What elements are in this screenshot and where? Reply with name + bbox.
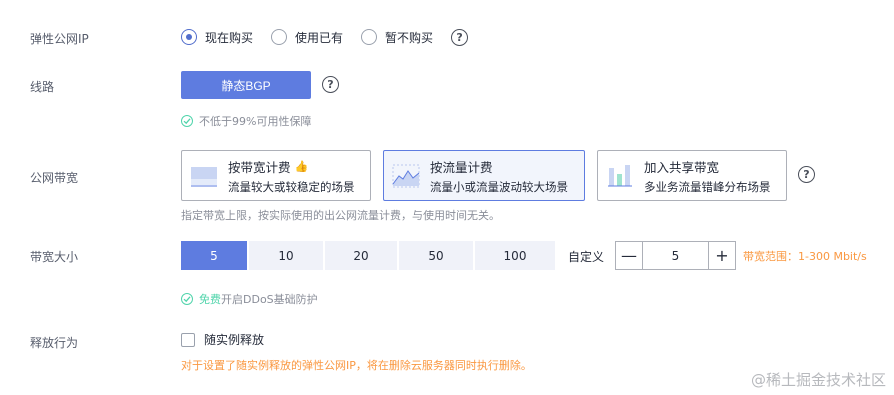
card-title: 按流量计费 <box>430 159 493 175</box>
bandwidth-label: 公网带宽 <box>30 171 79 185</box>
card-bandwidth-billing[interactable]: 按带宽计费 👍 流量较大或较稳定的场景 <box>181 150 371 201</box>
eip-label: 弹性公网IP <box>30 32 89 46</box>
radio-label: 暂不购买 <box>385 30 434 45</box>
static-bgp-button[interactable]: 静态BGP <box>181 71 311 99</box>
radio-label: 现在购买 <box>205 30 254 45</box>
size-option-10[interactable]: 10 <box>249 241 323 270</box>
card-title: 按带宽计费 <box>228 159 291 175</box>
help-icon[interactable]: ? <box>451 28 469 46</box>
help-icon[interactable]: ? <box>322 76 339 93</box>
check-circle-icon <box>181 115 193 127</box>
thumbs-up-icon: 👍 <box>294 159 309 173</box>
check-circle-icon <box>181 293 193 305</box>
ddos-text: 开启DDoS基础防护 <box>221 293 318 306</box>
card-subtitle: 流量小或流量波动较大场景 <box>430 179 568 194</box>
radio-unchecked-icon <box>271 29 288 45</box>
radio-label: 使用已有 <box>295 30 344 45</box>
card-title: 加入共享带宽 <box>644 159 720 175</box>
bandwidth-input[interactable]: 5 <box>643 242 708 269</box>
release-label: 释放行为 <box>30 336 79 350</box>
bandwidth-billing-icon <box>191 166 217 186</box>
watermark: @稀土掘金技术社区 <box>750 371 886 389</box>
size-label: 带宽大小 <box>30 250 79 264</box>
card-traffic-billing[interactable]: 按流量计费 流量小或流量波动较大场景 <box>383 150 585 201</box>
size-option-100[interactable]: 100 <box>475 241 555 270</box>
help-icon[interactable]: ? <box>798 166 815 183</box>
card-subtitle: 多业务流量错峰分布场景 <box>644 179 771 194</box>
card-shared-bandwidth[interactable]: 加入共享带宽 多业务流量错峰分布场景 <box>597 150 787 201</box>
radio-use-existing[interactable]: 使用已有 <box>271 29 343 46</box>
radio-buy-now[interactable]: 现在购买 <box>181 29 253 46</box>
line-label: 线路 <box>30 80 55 94</box>
availability-note: 不低于99%可用性保障 <box>181 113 311 129</box>
bandwidth-stepper: — 5 + <box>615 241 736 270</box>
radio-not-buy[interactable]: 暂不购买 <box>361 29 433 46</box>
eip-radio-group: 现在购买 使用已有 暂不购买 ? <box>181 28 469 46</box>
increment-button[interactable]: + <box>708 242 735 269</box>
ddos-free-text: 免费 <box>199 293 221 306</box>
size-option-50[interactable]: 50 <box>399 241 473 270</box>
release-warning: 对于设置了随实例释放的弹性公网IP，将在删除云服务器同时执行删除。 <box>181 359 532 372</box>
radio-checked-icon <box>181 29 197 45</box>
size-option-5[interactable]: 5 <box>181 241 247 270</box>
radio-unchecked-icon <box>361 29 378 45</box>
size-option-20[interactable]: 20 <box>325 241 397 270</box>
range-hint: 带宽范围：1-300 Mbit/s <box>743 250 867 263</box>
shared-bandwidth-icon <box>608 164 632 186</box>
ddos-note: 免费 开启DDoS基础防护 <box>181 291 318 307</box>
checkbox-icon <box>181 332 195 347</box>
card-subtitle: 流量较大或较稳定的场景 <box>228 179 355 194</box>
traffic-billing-icon <box>392 164 420 187</box>
bandwidth-hint: 指定带宽上限，按实际使用的出公网流量计费，与使用时间无关。 <box>181 209 500 222</box>
availability-text: 不低于99%可用性保障 <box>199 115 312 128</box>
decrement-button[interactable]: — <box>616 242 643 269</box>
checkbox-label: 随实例释放 <box>204 333 265 347</box>
release-with-instance-checkbox[interactable]: 随实例释放 <box>181 331 264 348</box>
custom-label: 自定义 <box>568 250 605 264</box>
